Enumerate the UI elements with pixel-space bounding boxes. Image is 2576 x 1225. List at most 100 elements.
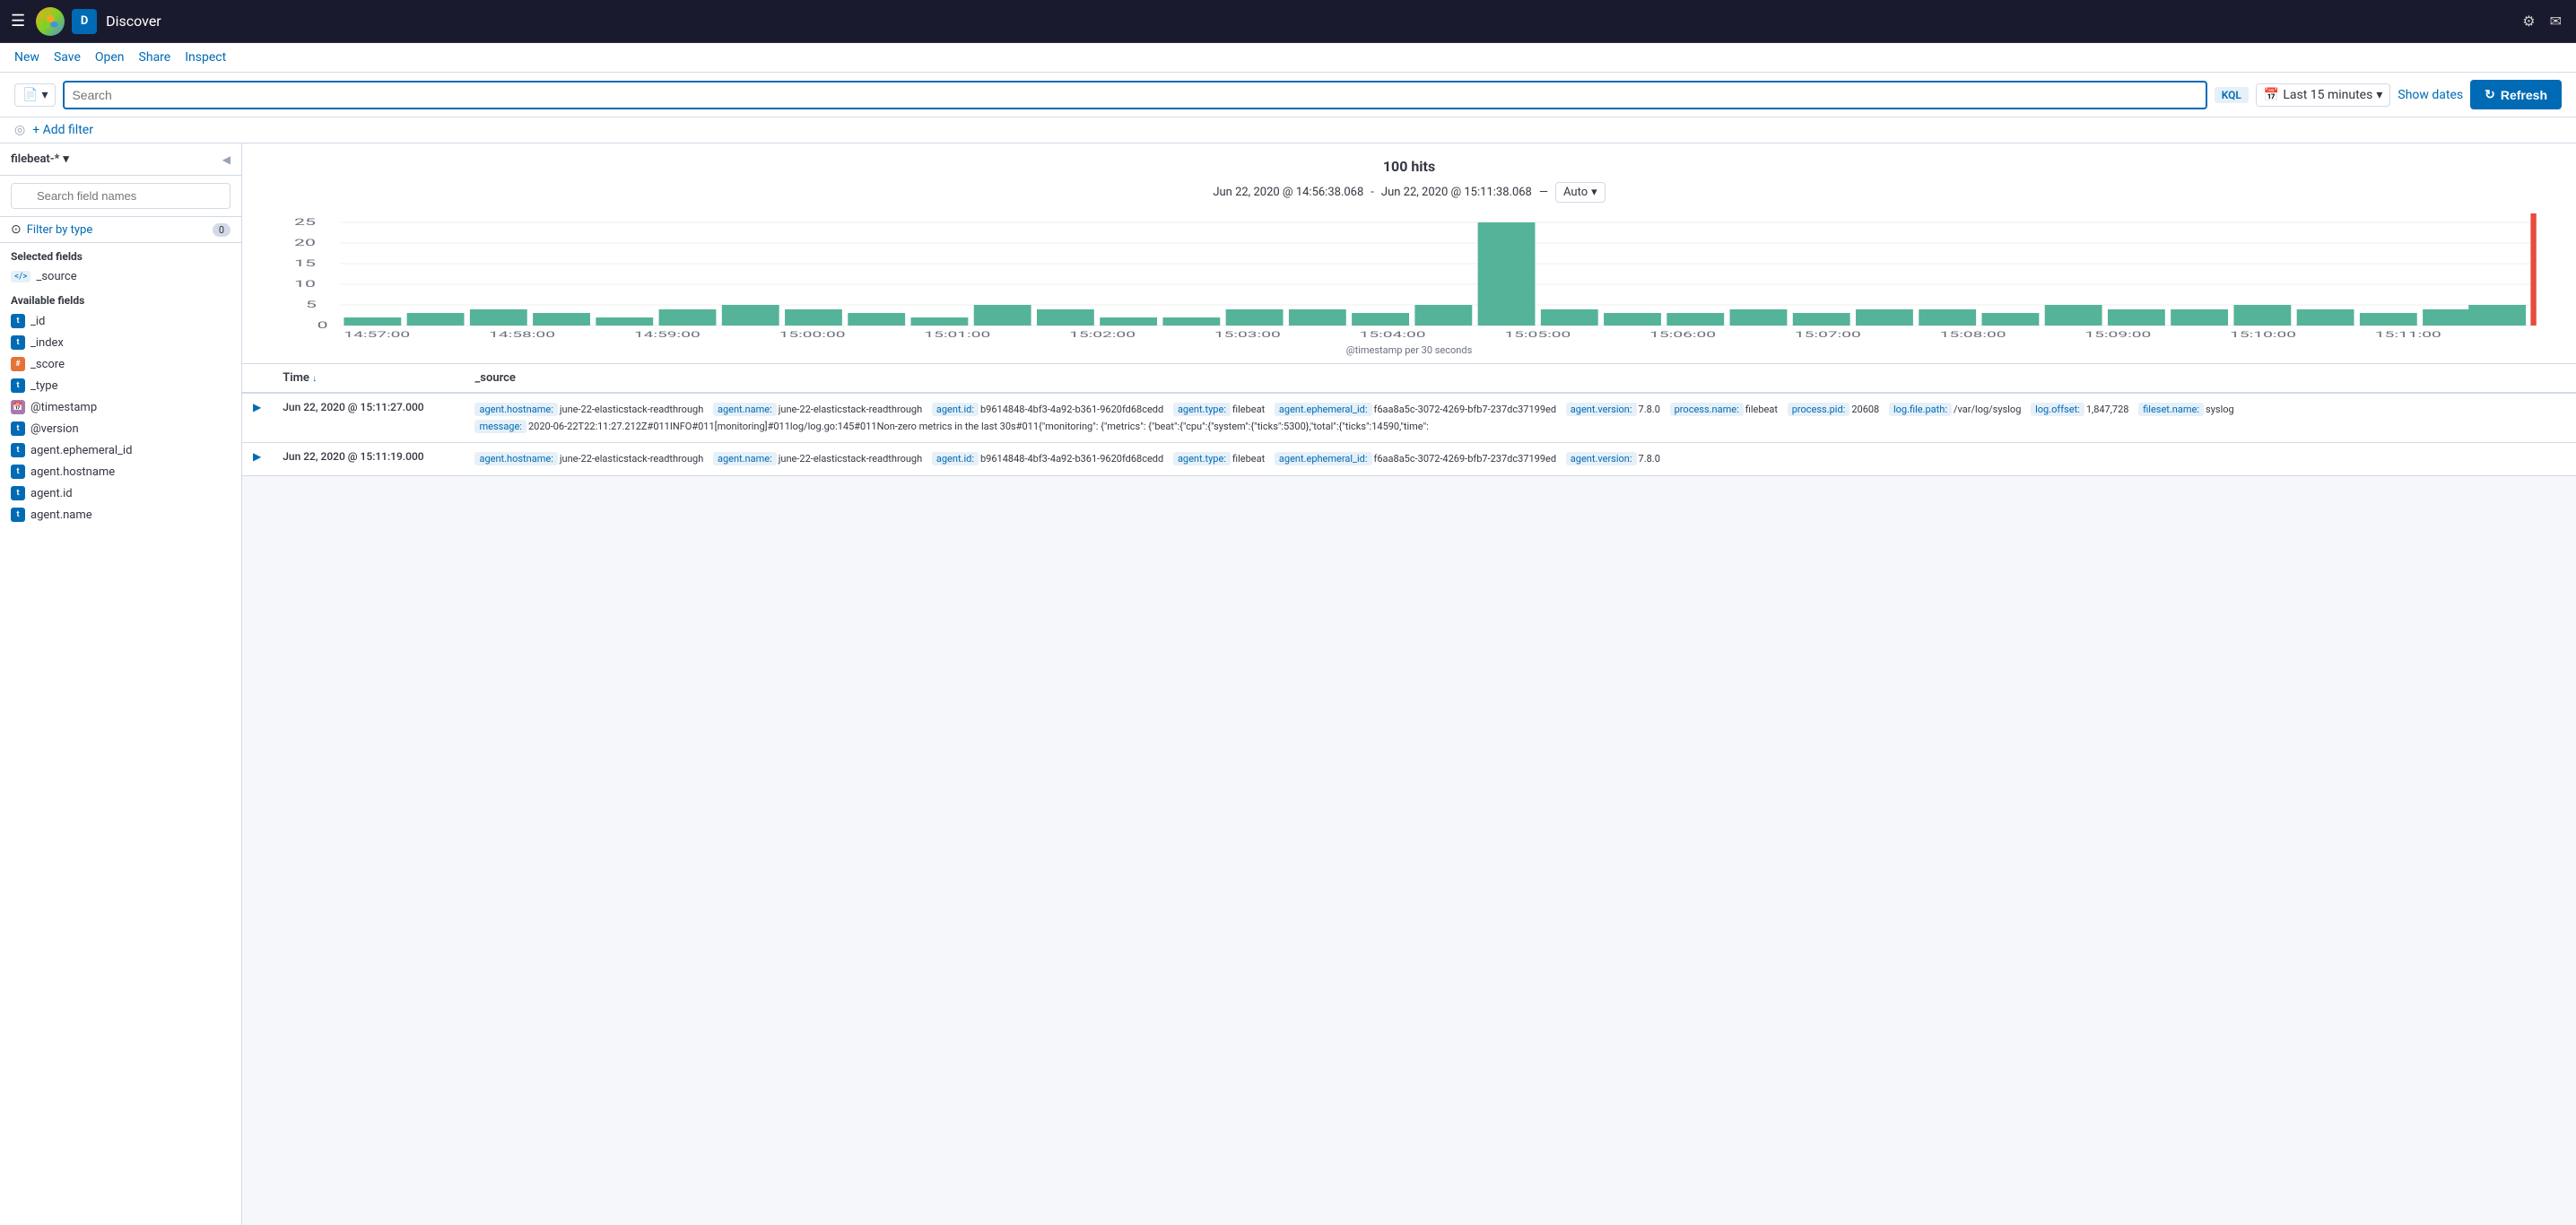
auto-chevron: ▾ <box>1591 186 1597 199</box>
content-area: 100 hits Jun 22, 2020 @ 14:56:38.068 - J… <box>242 143 2576 1225</box>
refresh-button[interactable]: ↻ Refresh <box>2470 80 2562 109</box>
time-chevron-icon: ▾ <box>2376 88 2382 102</box>
field-type-t: t <box>11 465 25 479</box>
user-icon[interactable]: ⚙ <box>2519 9 2538 33</box>
field-type-t: t <box>11 421 25 436</box>
app-avatar: D <box>72 9 97 34</box>
svg-text:15:05:00: 15:05:00 <box>1504 330 1571 339</box>
action-bar: New Save Open Share Inspect <box>0 43 2576 73</box>
field-type-t: t <box>11 378 25 393</box>
index-selector[interactable]: 📄 ▾ <box>14 83 56 107</box>
inspect-link[interactable]: Inspect <box>185 50 226 65</box>
field-item-ephemeral-id[interactable]: t agent.ephemeral_id <box>0 439 241 461</box>
new-link[interactable]: New <box>14 50 39 65</box>
available-fields-title: Available fields <box>0 287 241 310</box>
share-link[interactable]: Share <box>139 50 171 65</box>
field-item-id[interactable]: t _id <box>0 310 241 332</box>
time-range-separator: - <box>1371 186 1374 199</box>
hits-count: 100 <box>1383 158 1408 175</box>
row-time: Jun 22, 2020 @ 15:11:27.000 <box>272 393 464 443</box>
save-link[interactable]: Save <box>54 50 81 65</box>
index-pattern-chevron: ▾ <box>63 152 69 166</box>
field-item-hostname[interactable]: t agent.hostname <box>0 461 241 482</box>
time-col-header[interactable]: Time ↓ <box>272 364 464 393</box>
calendar-icon: 📅 <box>2264 88 2279 102</box>
sidebar: filebeat-* ▾ ◀ 🔍 ⊙ Filter by type 0 Sele… <box>0 143 242 1225</box>
svg-text:15: 15 <box>294 259 316 269</box>
results-table: Time ↓ _source ▶ Jun 22, 2020 @ 15:11:27… <box>242 364 2576 476</box>
chart-header: 100 hits <box>264 158 2554 175</box>
field-item-agent-id[interactable]: t agent.id <box>0 482 241 504</box>
field-name: agent.hostname <box>30 465 115 479</box>
field-name: agent.name <box>30 508 92 522</box>
svg-text:15:07:00: 15:07:00 <box>1795 330 1861 339</box>
filter-count-badge: 0 <box>213 223 231 237</box>
selected-fields-title: Selected fields <box>0 243 241 266</box>
selected-field-name: _source <box>36 270 76 283</box>
hits-label: hits <box>1411 158 1435 175</box>
chart-svg-wrap: 0 5 10 15 20 25 <box>264 213 2554 356</box>
svg-text:14:59:00: 14:59:00 <box>634 330 701 339</box>
time-col-label: Time <box>283 371 309 385</box>
field-type-t: t <box>11 335 25 350</box>
row-expand-button[interactable]: ▶ <box>253 450 261 463</box>
svg-text:15:02:00: 15:02:00 <box>1069 330 1136 339</box>
svg-text:15:04:00: 15:04:00 <box>1360 330 1426 339</box>
top-navigation-bar: ☰ D Discover ⚙ ✉ <box>0 0 2576 43</box>
field-item-score[interactable]: # _score <box>0 353 241 375</box>
field-item-timestamp[interactable]: 📅 @timestamp <box>0 396 241 418</box>
field-name: _id <box>30 315 45 328</box>
field-item-version[interactable]: t @version <box>0 418 241 439</box>
field-name: _type <box>30 379 57 393</box>
table-row: ▶ Jun 22, 2020 @ 15:11:27.000 agent.host… <box>242 393 2576 443</box>
svg-text:0: 0 <box>318 321 328 331</box>
field-type-t: t <box>11 486 25 500</box>
field-item-index[interactable]: t _index <box>0 332 241 353</box>
field-name: agent.ephemeral_id <box>30 444 132 457</box>
svg-text:14:58:00: 14:58:00 <box>489 330 555 339</box>
filter-circle-icon[interactable]: ◎ <box>14 123 25 137</box>
filter-type-icon: ⊙ <box>11 222 22 237</box>
refresh-icon: ↻ <box>2485 87 2495 102</box>
field-type-t: t <box>11 508 25 522</box>
sidebar-search: 🔍 <box>0 176 241 217</box>
field-name: @timestamp <box>30 401 97 414</box>
svg-text:15:10:00: 15:10:00 <box>2230 330 2296 339</box>
source-col-header: _source <box>464 364 2576 393</box>
time-picker[interactable]: 📅 Last 15 minutes ▾ <box>2256 83 2390 107</box>
sidebar-header: filebeat-* ▾ ◀ <box>0 143 241 176</box>
row-expand-button[interactable]: ▶ <box>253 401 261 413</box>
chart-container: 100 hits Jun 22, 2020 @ 14:56:38.068 - J… <box>242 143 2576 364</box>
row-time: Jun 22, 2020 @ 15:11:19.000 <box>272 443 464 475</box>
svg-text:15:01:00: 15:01:00 <box>924 330 990 339</box>
index-chevron-icon: ▾ <box>41 88 48 102</box>
row-source: agent.hostname:june-22-elasticstack-read… <box>464 393 2576 443</box>
auto-interval-select[interactable]: Auto ▾ <box>1555 182 1606 203</box>
add-filter-link[interactable]: + Add filter <box>32 123 93 137</box>
index-pattern-selector[interactable]: filebeat-* ▾ <box>11 152 69 166</box>
expand-col-header <box>242 364 272 393</box>
svg-text:20: 20 <box>294 239 316 248</box>
time-range-end: Jun 22, 2020 @ 15:11:38.068 <box>1381 186 1532 199</box>
filter-by-type-row[interactable]: ⊙ Filter by type 0 <box>0 217 241 243</box>
mail-icon[interactable]: ✉ <box>2546 9 2565 33</box>
menu-icon[interactable]: ☰ <box>11 12 25 30</box>
svg-text:15:03:00: 15:03:00 <box>1214 330 1281 339</box>
histogram-chart: 0 5 10 15 20 25 <box>264 213 2554 339</box>
sidebar-fields: Selected fields </> _source Available fi… <box>0 243 241 1225</box>
field-item-agent-name[interactable]: t agent.name <box>0 504 241 526</box>
open-link[interactable]: Open <box>95 50 125 65</box>
search-input[interactable] <box>72 88 2197 102</box>
kql-badge[interactable]: KQL <box>2215 87 2249 103</box>
field-search-input[interactable] <box>11 183 231 209</box>
field-type-cal: 📅 <box>11 400 25 414</box>
svg-text:14:57:00: 14:57:00 <box>344 330 410 339</box>
filter-type-label: Filter by type <box>27 223 93 237</box>
selected-field-source[interactable]: </> _source <box>0 266 241 287</box>
svg-text:15:09:00: 15:09:00 <box>2084 330 2151 339</box>
field-name: _score <box>30 358 65 371</box>
sidebar-collapse-arrow[interactable]: ◀ <box>222 153 231 166</box>
field-item-type[interactable]: t _type <box>0 375 241 396</box>
show-dates-link[interactable]: Show dates <box>2398 88 2463 102</box>
time-range-dash: — <box>1539 186 1548 199</box>
